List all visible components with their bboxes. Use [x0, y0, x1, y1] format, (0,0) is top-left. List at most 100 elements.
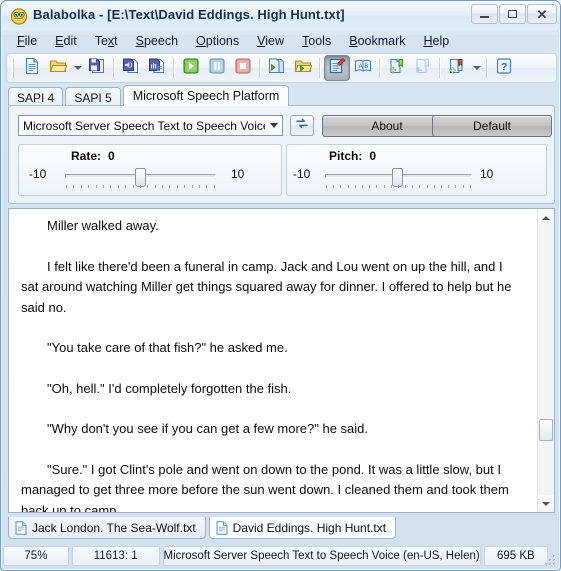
- status-filesize-value: 695 KB: [496, 550, 535, 562]
- pitch-slider-group: Pitch: 0 -10 10: [286, 144, 547, 196]
- toolbar: A B ?: [6, 53, 557, 83]
- document-tab-high-hunt[interactable]: David Eddings. High Hunt.txt: [208, 517, 397, 539]
- window-title: Balabolka - [E:\Text\David Eddings. High…: [33, 7, 345, 22]
- edit-text-icon: [328, 57, 346, 80]
- window-frame: Balabolka - [E:\Text\David Eddings. High…: [0, 0, 561, 571]
- save-icon: [88, 57, 106, 80]
- convert-file-button[interactable]: [264, 55, 290, 81]
- menu-bar: File Edit Text Speech Options View Tools…: [2, 30, 560, 51]
- remove-bookmark-button[interactable]: [410, 55, 436, 81]
- paragraph: "Sure." I got Clint's pole and went on d…: [21, 461, 509, 513]
- triangle-down-icon: [542, 501, 550, 506]
- voice-select[interactable]: Microsoft Server Speech Text to Speech V…: [18, 115, 283, 136]
- spell-check-button[interactable]: A B: [350, 55, 376, 81]
- tab-sapi-4-label: SAPI 4: [17, 90, 55, 105]
- menu-item-tools[interactable]: Tools: [293, 32, 340, 50]
- status-bar: 75% 11613: 1 Microsoft Server Speech Tex…: [3, 544, 560, 568]
- tab-sapi-4[interactable]: SAPI 4: [8, 87, 64, 106]
- add-bookmark-icon: [388, 57, 406, 80]
- pause-icon: [208, 57, 226, 80]
- bookmark-list-icon: [448, 57, 466, 80]
- help-icon: ?: [495, 57, 513, 80]
- window-controls: ✕: [471, 4, 557, 24]
- status-zoom[interactable]: 75%: [3, 546, 69, 566]
- stop-button[interactable]: [230, 55, 256, 81]
- menu-item-help[interactable]: Help: [415, 32, 459, 50]
- toolbar-separator: [379, 58, 381, 78]
- status-cursor-position: 11613: 1: [71, 546, 160, 566]
- menu-item-file[interactable]: File: [8, 32, 46, 50]
- svg-text:B: B: [364, 64, 368, 70]
- pitch-value: 0: [369, 149, 377, 163]
- toolbar-separator: [439, 58, 441, 78]
- read-clipboard-button[interactable]: [118, 55, 144, 81]
- rate-slider-group: Rate: 0 -10 10: [18, 144, 282, 196]
- menu-item-options[interactable]: Options: [187, 32, 248, 50]
- tab-microsoft-speech-platform[interactable]: Microsoft Speech Platform: [122, 85, 290, 106]
- maximize-icon: [508, 10, 517, 18]
- add-bookmark-button[interactable]: [384, 55, 410, 81]
- close-button[interactable]: ✕: [527, 4, 557, 24]
- open-dropdown-button[interactable]: [71, 55, 84, 81]
- stop-icon: [234, 57, 252, 80]
- toolbar-grip[interactable]: [11, 58, 16, 78]
- menu-item-bookmark[interactable]: Bookmark: [340, 32, 414, 50]
- voice-settings-panel: Microsoft Server Speech Text to Speech V…: [8, 105, 555, 204]
- voice-engine-tabs: SAPI 4 SAPI 5 Microsoft Speech Platform: [8, 85, 555, 106]
- scroll-up-button[interactable]: [538, 209, 554, 226]
- menu-item-view[interactable]: View: [248, 32, 293, 50]
- pitch-max-label: 10: [480, 167, 494, 181]
- document-icon: [216, 520, 228, 535]
- scroll-down-button[interactable]: [538, 495, 554, 512]
- tab-sapi-5-label: SAPI 5: [74, 90, 112, 105]
- bookmark-dropdown-button[interactable]: [470, 55, 483, 81]
- bookmark-list-button[interactable]: [444, 55, 470, 81]
- status-position-value: 11613: 1: [93, 550, 138, 562]
- status-zoom-value: 75%: [24, 550, 48, 562]
- menu-item-edit[interactable]: Edit: [46, 32, 86, 50]
- menu-item-text[interactable]: Text: [86, 32, 127, 50]
- save-audio-file-icon: [148, 57, 166, 80]
- tab-microsoft-speech-platform-label: Microsoft Speech Platform: [132, 88, 280, 103]
- save-audio-button[interactable]: [144, 55, 170, 81]
- minimize-button[interactable]: [471, 4, 498, 24]
- document-text[interactable]: Miller walked away. I felt like there'd …: [9, 209, 533, 512]
- play-icon: [182, 57, 200, 80]
- pitch-min-label: -10: [293, 167, 311, 181]
- editor-vertical-scrollbar[interactable]: [537, 209, 554, 512]
- edit-text-button[interactable]: [324, 55, 350, 81]
- pitch-label-row: Pitch: 0: [329, 149, 376, 163]
- status-voice-value: Microsoft Server Speech Text to Speech V…: [163, 550, 480, 562]
- help-button[interactable]: ?: [491, 55, 517, 81]
- document-icon: [15, 520, 27, 535]
- convert-file-icon: [268, 57, 286, 80]
- remove-bookmark-icon: [414, 57, 432, 80]
- read-aloud-icon: [122, 57, 140, 80]
- rate-label-row: Rate: 0: [71, 149, 115, 163]
- play-button[interactable]: [178, 55, 204, 81]
- menu-item-speech[interactable]: Speech: [127, 32, 187, 50]
- tab-sapi-5[interactable]: SAPI 5: [65, 87, 121, 106]
- bookmark-dropdown-arrow-icon: [472, 66, 481, 70]
- text-editor[interactable]: Miller walked away. I felt like there'd …: [8, 208, 555, 513]
- save-button[interactable]: [84, 55, 110, 81]
- balabolka-window: Balabolka - [E:\Text\David Eddings. High…: [0, 0, 561, 571]
- pause-button[interactable]: [204, 55, 230, 81]
- open-file-button[interactable]: [45, 55, 71, 81]
- scrollbar-thumb[interactable]: [539, 419, 553, 441]
- smiley-face-icon: [10, 7, 28, 25]
- maximize-button[interactable]: [499, 4, 526, 24]
- svg-text:A: A: [359, 64, 363, 70]
- minimize-icon: [480, 16, 489, 18]
- batch-convert-button[interactable]: [290, 55, 316, 81]
- new-document-button[interactable]: [19, 55, 45, 81]
- default-button[interactable]: Default: [432, 115, 552, 137]
- chevron-down-icon[interactable]: [265, 116, 282, 135]
- resize-grip[interactable]: [544, 553, 557, 566]
- document-tab-sea-wolf[interactable]: Jack London. The Sea-Wolf.txt: [8, 517, 206, 539]
- rate-value: 0: [108, 149, 115, 163]
- toolbar-separator: [486, 58, 488, 78]
- paragraph: I felt like there'd been a funeral in ca…: [21, 258, 512, 315]
- rate-slider-ticks: [66, 185, 215, 188]
- refresh-voices-button[interactable]: [290, 115, 314, 136]
